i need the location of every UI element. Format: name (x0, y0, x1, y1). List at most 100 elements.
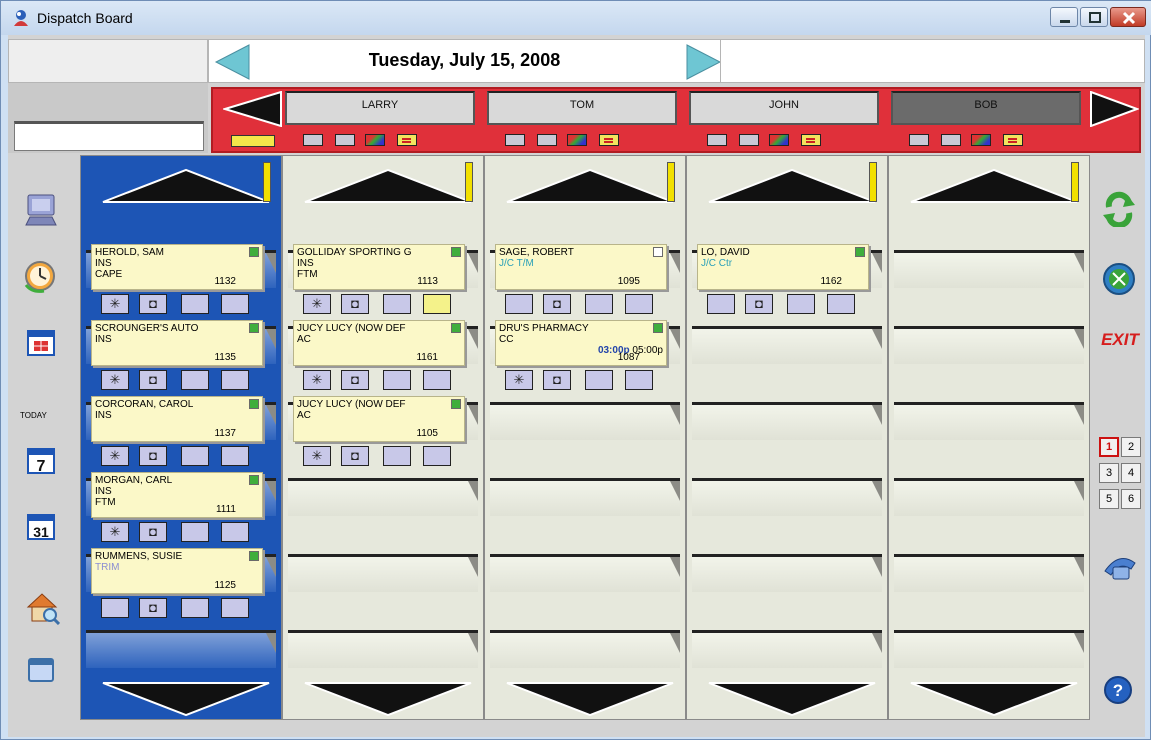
circle-icon[interactable]: ◘ (341, 294, 369, 314)
blank-action-box[interactable] (181, 598, 209, 618)
filter-field[interactable] (14, 121, 204, 151)
blank-action-box[interactable] (181, 446, 209, 466)
computer-icon[interactable] (24, 193, 60, 227)
tech-note-icon[interactable] (801, 134, 821, 146)
tech-status-box[interactable] (941, 134, 961, 146)
scroll-down-arrow-icon[interactable] (505, 681, 675, 717)
clock-icon[interactable] (22, 259, 58, 293)
scroll-up-arrow-icon[interactable] (101, 168, 271, 204)
page-button-6[interactable]: 6 (1121, 489, 1141, 509)
next-technicians-arrow-icon[interactable] (1089, 91, 1139, 127)
tech-status-box[interactable] (303, 134, 323, 146)
scroll-down-arrow-icon[interactable] (909, 681, 1079, 717)
tech-color-icon[interactable] (365, 134, 385, 146)
tech-status-box[interactable] (335, 134, 355, 146)
next-day-arrow-icon[interactable] (685, 43, 723, 81)
previous-technicians-arrow-icon[interactable] (223, 91, 283, 127)
job-card[interactable]: HEROLD, SAM INS CAPE 1132 (91, 244, 263, 290)
asterisk-icon[interactable]: ✳ (101, 522, 129, 542)
tech-status-box[interactable] (909, 134, 929, 146)
circle-icon[interactable]: ◘ (139, 598, 167, 618)
blank-action-box[interactable] (221, 598, 249, 618)
asterisk-icon[interactable]: ✳ (101, 446, 129, 466)
page-button-2[interactable]: 2 (1121, 437, 1141, 457)
circle-icon[interactable]: ◘ (139, 294, 167, 314)
column-unassigned[interactable]: HEROLD, SAM INS CAPE 1132 ✳ ◘ SCROUNGER'… (80, 155, 282, 720)
tech-header-larry[interactable]: LARRY (285, 91, 475, 125)
time-slot[interactable] (288, 630, 478, 668)
blank-action-box[interactable] (707, 294, 735, 314)
tech-color-icon[interactable] (971, 134, 991, 146)
blank-action-box[interactable] (625, 370, 653, 390)
circle-icon[interactable]: ◘ (139, 446, 167, 466)
job-card[interactable]: GOLLIDAY SPORTING G INS FTM 1113 (293, 244, 465, 290)
time-slot[interactable] (490, 554, 680, 592)
blank-action-box[interactable] (423, 370, 451, 390)
job-card[interactable]: MORGAN, CARL INS FTM 1111 (91, 472, 263, 518)
scroll-down-arrow-icon[interactable] (303, 681, 473, 717)
blank-action-box[interactable] (221, 370, 249, 390)
job-card[interactable]: JUCY LUCY (NOW DEF AC 1105 (293, 396, 465, 442)
compass-icon[interactable] (1101, 261, 1137, 297)
scroll-down-arrow-icon[interactable] (707, 681, 877, 717)
maximize-button[interactable] (1080, 7, 1108, 27)
blank-action-box[interactable] (585, 370, 613, 390)
time-slot[interactable] (490, 478, 680, 516)
time-slot[interactable] (288, 554, 478, 592)
asterisk-icon[interactable]: ✳ (303, 370, 331, 390)
asterisk-icon[interactable]: ✳ (303, 294, 331, 314)
blank-action-box[interactable] (181, 294, 209, 314)
time-slot[interactable] (692, 402, 882, 440)
tech-note-icon[interactable] (397, 134, 417, 146)
close-button[interactable] (1110, 7, 1146, 27)
blank-action-box[interactable] (383, 370, 411, 390)
week-calendar-icon[interactable]: 7 (26, 445, 56, 475)
job-card[interactable]: RUMMENS, SUSIE TRIM 1125 (91, 548, 263, 594)
job-card[interactable]: SCROUNGER'S AUTO INS 1135 (91, 320, 263, 366)
tech-note-icon[interactable] (1003, 134, 1023, 146)
time-slot[interactable] (894, 250, 1084, 288)
time-slot[interactable] (692, 554, 882, 592)
tech-header-bob[interactable]: BOB (891, 91, 1081, 125)
circle-icon[interactable]: ◘ (341, 370, 369, 390)
asterisk-icon[interactable]: ✳ (101, 370, 129, 390)
note-action-box[interactable] (423, 294, 451, 314)
tech-color-icon[interactable] (567, 134, 587, 146)
job-card[interactable]: LO, DAVID J/C Ctr 1162 (697, 244, 869, 290)
tech-status-box[interactable] (505, 134, 525, 146)
circle-icon[interactable]: ◘ (745, 294, 773, 314)
tech-color-icon[interactable] (769, 134, 789, 146)
tech-status-box[interactable] (537, 134, 557, 146)
time-slot[interactable] (894, 402, 1084, 440)
job-card[interactable]: CORCORAN, CAROL INS 1137 (91, 396, 263, 442)
blank-action-box[interactable] (625, 294, 653, 314)
minimize-button[interactable] (1050, 7, 1078, 27)
asterisk-icon[interactable]: ✳ (505, 370, 533, 390)
scroll-up-arrow-icon[interactable] (303, 168, 473, 204)
blank-action-box[interactable] (221, 522, 249, 542)
tech-header-john[interactable]: JOHN (689, 91, 879, 125)
phone-icon[interactable] (1101, 551, 1139, 583)
scroll-down-arrow-icon[interactable] (101, 681, 271, 717)
page-button-4[interactable]: 4 (1121, 463, 1141, 483)
help-icon[interactable]: ? (1103, 675, 1133, 705)
blank-action-box[interactable] (383, 294, 411, 314)
circle-icon[interactable]: ◘ (543, 370, 571, 390)
time-slot[interactable] (288, 478, 478, 516)
blank-action-box[interactable] (505, 294, 533, 314)
column-larry[interactable]: GOLLIDAY SPORTING G INS FTM 1113 ✳ ◘ JUC… (282, 155, 484, 720)
time-slot[interactable] (894, 554, 1084, 592)
time-slot[interactable] (894, 326, 1084, 364)
blank-action-box[interactable] (221, 294, 249, 314)
job-card[interactable]: DRU'S PHARMACY CC 03:00p 05:00p 1087 (495, 320, 667, 366)
time-slot[interactable] (86, 630, 276, 668)
time-slot[interactable] (692, 630, 882, 668)
tech-status-box[interactable] (707, 134, 727, 146)
blank-action-box[interactable] (181, 370, 209, 390)
column-bob[interactable] (888, 155, 1090, 720)
scroll-up-arrow-icon[interactable] (505, 168, 675, 204)
window-icon[interactable] (26, 655, 56, 685)
time-slot[interactable] (490, 402, 680, 440)
time-slot[interactable] (490, 630, 680, 668)
blank-action-box[interactable] (787, 294, 815, 314)
